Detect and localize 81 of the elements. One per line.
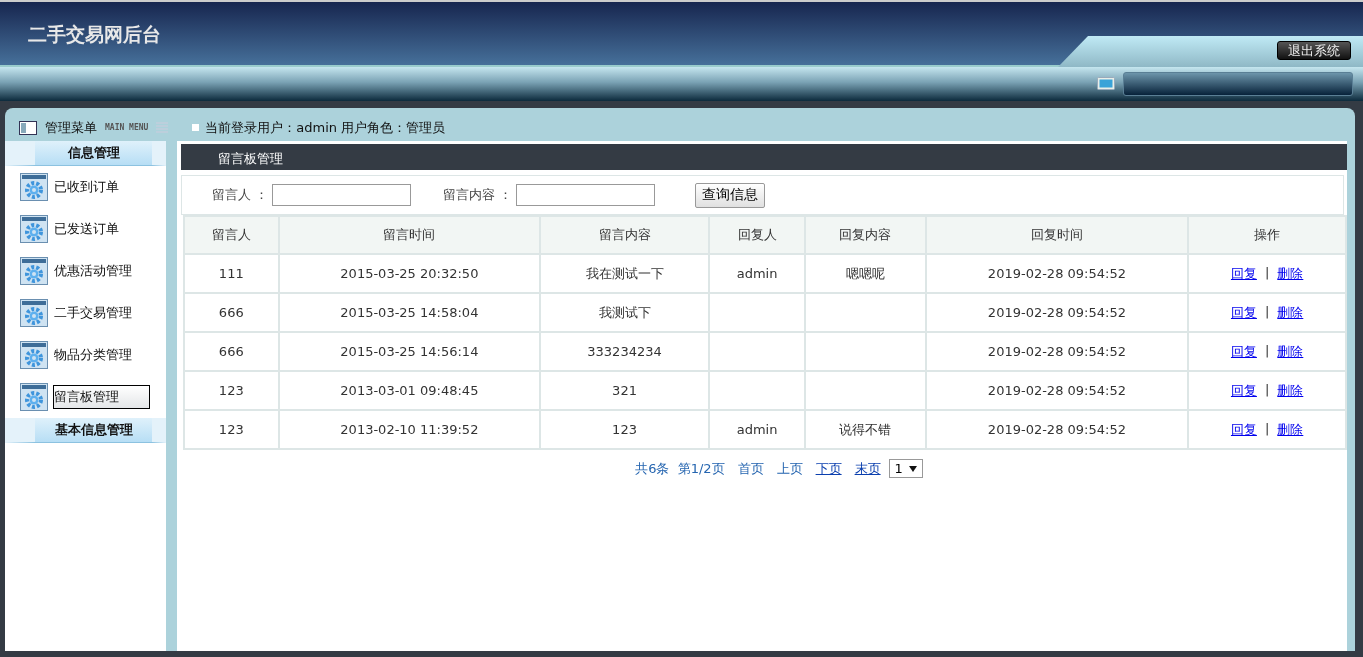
column-header: 留言内容 bbox=[540, 216, 709, 254]
site-title: 二手交易网后台 bbox=[28, 22, 161, 47]
action-link[interactable]: 删除 bbox=[1277, 264, 1304, 283]
separator-text: | bbox=[1264, 381, 1270, 399]
action-link[interactable]: 删除 bbox=[1277, 381, 1304, 400]
sidebar-item[interactable]: 物品分类管理 bbox=[53, 343, 150, 367]
logout-button[interactable]: 退出系统 bbox=[1277, 41, 1351, 60]
action-link[interactable]: 回复 bbox=[1230, 420, 1257, 439]
column-header: 操作 bbox=[1188, 216, 1346, 254]
monitor-icon bbox=[1097, 77, 1115, 91]
sidebar-item[interactable]: 优惠活动管理 bbox=[53, 259, 150, 283]
action-link[interactable]: 回复 bbox=[1230, 381, 1257, 400]
separator-text: | bbox=[1264, 264, 1270, 282]
sidebar-item[interactable]: 留言板管理 bbox=[53, 385, 150, 409]
dropdown-arrow-icon bbox=[908, 465, 917, 472]
user-info: 当前登录用户：admin 用户角色：管理员 bbox=[205, 118, 446, 137]
table-cell: 321 bbox=[540, 371, 709, 410]
action-link[interactable]: 回复 bbox=[1230, 342, 1257, 361]
table-cell: 111 bbox=[184, 254, 279, 293]
table-cell: 2019-02-28 09:54:52 bbox=[925, 293, 1189, 332]
table-cell: 2015-03-25 14:58:04 bbox=[278, 293, 541, 332]
page-summary: 共6条 第1/2页 bbox=[635, 459, 725, 478]
sidebar-group-header[interactable]: 信息管理 bbox=[5, 141, 166, 166]
column-header: 留言人 bbox=[184, 216, 279, 254]
table-cell: 嗯嗯呢 bbox=[805, 254, 926, 293]
gear-icon bbox=[20, 341, 48, 369]
table-cell: admin bbox=[708, 410, 806, 449]
column-header: 回复人 bbox=[708, 216, 806, 254]
table-cell: 2019-02-28 09:54:52 bbox=[925, 332, 1189, 371]
table-cell: 2019-02-28 09:54:52 bbox=[925, 254, 1189, 293]
table-cell: 2015-03-25 20:32:50 bbox=[278, 254, 541, 293]
table-cell: 2015-03-25 14:56:14 bbox=[278, 332, 541, 371]
field-label: 留言内容 ： bbox=[443, 186, 513, 204]
gear-icon bbox=[20, 215, 48, 243]
action-link[interactable]: 删除 bbox=[1277, 420, 1304, 439]
field-label: 留言人 ： bbox=[212, 186, 269, 204]
table-cell: 2019-02-28 09:54:52 bbox=[925, 410, 1189, 449]
column-header: 回复时间 bbox=[925, 216, 1189, 254]
column-header: 留言时间 bbox=[278, 216, 541, 254]
page-link[interactable]: 下页 bbox=[815, 459, 842, 478]
table-cell: admin bbox=[708, 254, 806, 293]
menu-title: 管理菜单 bbox=[45, 118, 97, 137]
search-button[interactable]: 查询信息 bbox=[695, 182, 766, 208]
bullet-icon bbox=[192, 124, 200, 131]
table-cell: 666 bbox=[184, 332, 279, 371]
table-cell: 说得不错 bbox=[805, 410, 926, 449]
table-cell: 我测试下 bbox=[540, 293, 709, 332]
gear-icon bbox=[20, 173, 48, 201]
separator-text: | bbox=[1264, 342, 1270, 360]
gear-icon bbox=[20, 299, 48, 327]
menu-subtitle: MAIN MENU bbox=[105, 123, 149, 132]
sidebar-group-header[interactable]: 基本信息管理 bbox=[5, 418, 166, 443]
table-cell: 123 bbox=[184, 410, 279, 449]
table-cell: 666 bbox=[184, 293, 279, 332]
sidebar-item[interactable]: 已收到订单 bbox=[53, 175, 150, 199]
separator-text: | bbox=[1264, 303, 1270, 321]
window-icon bbox=[19, 120, 37, 135]
table-cell: 333234234 bbox=[540, 332, 709, 371]
table-cell: 我在测试一下 bbox=[540, 254, 709, 293]
action-link[interactable]: 回复 bbox=[1230, 264, 1257, 283]
sidebar-item[interactable]: 已发送订单 bbox=[53, 217, 150, 241]
table-cell: 2013-03-01 09:48:45 bbox=[278, 371, 541, 410]
page-link: 上页 bbox=[776, 459, 803, 478]
gear-icon bbox=[20, 383, 48, 411]
table-cell: 2013-02-10 11:39:52 bbox=[278, 410, 541, 449]
input-field[interactable] bbox=[516, 184, 656, 206]
page-link[interactable]: 末页 bbox=[854, 459, 881, 478]
gear-icon bbox=[20, 257, 48, 285]
column-header: 回复内容 bbox=[805, 216, 926, 254]
action-link[interactable]: 删除 bbox=[1277, 342, 1304, 361]
table-cell: 123 bbox=[184, 371, 279, 410]
sidebar-item[interactable]: 二手交易管理 bbox=[53, 301, 150, 325]
action-link[interactable]: 删除 bbox=[1277, 303, 1304, 322]
page-select[interactable]: 1 bbox=[888, 459, 923, 478]
table-cell: 123 bbox=[540, 410, 709, 449]
page-link: 首页 bbox=[737, 459, 764, 478]
panel-title-bar: 留言板管理 bbox=[181, 144, 1347, 170]
table-cell: 2019-02-28 09:54:52 bbox=[925, 371, 1189, 410]
action-link[interactable]: 回复 bbox=[1230, 303, 1257, 322]
separator-text: | bbox=[1264, 420, 1270, 438]
input-field[interactable] bbox=[272, 184, 412, 206]
